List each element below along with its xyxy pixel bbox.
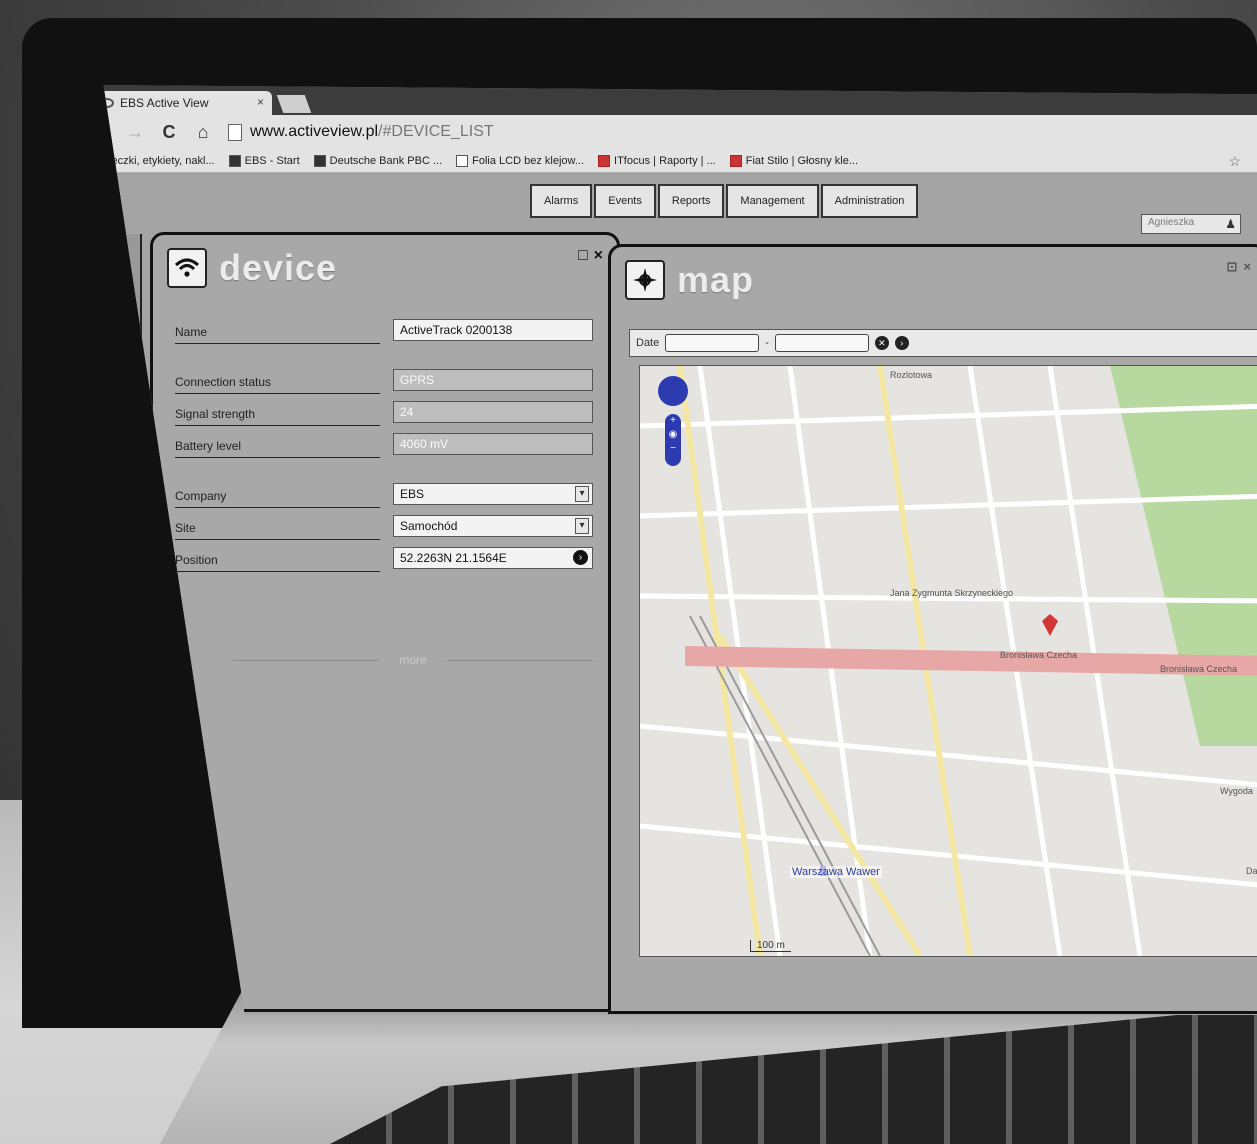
map-navigation-controls: + ◉ −: [658, 376, 692, 496]
date-to-input[interactable]: [774, 334, 869, 352]
page-icon: [228, 123, 242, 141]
address-bar[interactable]: www.activeview.pl/#DEVICE_LIST: [228, 123, 494, 141]
close-icon[interactable]: ×: [594, 247, 603, 265]
company-label: Company: [175, 489, 380, 508]
main-menu: Alarms Events Reports Management Adminis…: [530, 184, 919, 218]
url-hash: /#DEVICE_LIST: [378, 123, 494, 140]
map-panel-header: map: [625, 259, 754, 301]
menu-reports[interactable]: Reports: [657, 184, 725, 218]
device-panel-header: device: [167, 247, 337, 289]
star-icon[interactable]: ☆: [1228, 153, 1241, 170]
signal-strength-field: 24: [393, 401, 593, 423]
laptop-screen: EBS Active View × ← → C ⌂ www.activeview…: [103, 85, 1257, 1015]
bookmark-item[interactable]: Folia LCD bez klejow...: [456, 154, 584, 167]
form-row-site: Site Samochód: [175, 515, 615, 547]
pan-control-icon[interactable]: [658, 376, 688, 406]
form-row-connection: Connection status GPRS: [175, 369, 615, 401]
tab-title: EBS Active View: [120, 96, 209, 110]
clear-date-button[interactable]: ✕: [874, 336, 889, 350]
date-filter-bar: Date - ✕ ›: [629, 329, 1257, 357]
battery-level-field: 4060 mV: [393, 433, 593, 455]
map-view[interactable]: + ◉ − Jana Zygmunta Skrzyneckiego Bronisła…: [639, 365, 1257, 957]
maximize-icon[interactable]: □: [578, 247, 588, 265]
position-label: Position: [175, 553, 380, 572]
connection-status-label: Connection status: [175, 375, 380, 394]
station-label: Warszawa Wawer: [790, 866, 882, 878]
form-row-signal: Signal strength 24: [175, 401, 615, 433]
street-label: Data: [1246, 866, 1257, 876]
form-row-name: Name ActiveTrack 0200138: [175, 319, 615, 351]
itfocus-icon: [598, 154, 611, 167]
browser-nav-bar: ← → C ⌂ www.activeview.pl/#DEVICE_LIST: [103, 115, 1257, 149]
compass-icon: [625, 260, 665, 300]
street-label: Rozlotowa: [890, 370, 933, 380]
form-row-position: Position 52.2263N 21.1564E ›: [175, 547, 615, 579]
reload-button[interactable]: C: [156, 122, 182, 143]
new-tab-button[interactable]: [276, 95, 312, 113]
map-panel-title: map: [677, 259, 755, 300]
date-separator: -: [765, 337, 769, 349]
map-scale: 100 m: [750, 940, 791, 952]
menu-management[interactable]: Management: [726, 184, 819, 218]
close-icon[interactable]: ×: [1243, 259, 1251, 275]
site-select[interactable]: Samochód: [393, 515, 593, 537]
forward-button[interactable]: →: [122, 122, 148, 143]
name-field[interactable]: ActiveTrack 0200138: [393, 319, 593, 341]
page-icon: [456, 154, 469, 167]
form-row-company: Company EBS: [175, 483, 615, 515]
company-select[interactable]: EBS: [393, 483, 593, 505]
bookmark-item[interactable]: EBS - Start: [228, 154, 300, 167]
bookmark-item[interactable]: Deutsche Bank PBC ...: [313, 154, 442, 167]
date-label: Date: [636, 337, 660, 349]
bank-icon: [313, 154, 326, 167]
more-divider: more: [233, 653, 593, 667]
bookmark-item[interactable]: ITfocus | Raporty | ...: [598, 154, 716, 167]
position-value: 52.2263N 21.1564E: [400, 551, 507, 565]
map-canvas: [640, 366, 1257, 956]
go-arrow-icon[interactable]: ›: [573, 550, 588, 565]
device-panel-title: device: [219, 247, 338, 288]
name-label: Name: [175, 325, 380, 344]
menu-alarms[interactable]: Alarms: [530, 184, 593, 218]
street-label: Bronisława Czecha: [1160, 664, 1238, 674]
url-base: www.activeview.pl: [250, 123, 379, 140]
connection-status-field: GPRS: [393, 369, 593, 391]
user-icon: ♟: [1225, 217, 1236, 231]
zoom-control[interactable]: + ◉ −: [665, 414, 681, 466]
bookmarks-bar: Teczki, etykiety, nakl... EBS - Start De…: [103, 149, 1257, 173]
street-label: Wygoda: [1220, 786, 1253, 796]
map-panel-controls: ⊡ ×: [1227, 259, 1252, 275]
site-label: Site: [175, 521, 380, 540]
user-field[interactable]: Agnieszka ♟: [1141, 214, 1241, 234]
signal-strength-label: Signal strength: [175, 407, 380, 426]
battery-level-label: Battery level: [175, 439, 380, 458]
home-button[interactable]: ⌂: [190, 122, 216, 143]
tab-close-button[interactable]: ×: [257, 95, 264, 109]
menu-administration[interactable]: Administration: [820, 184, 919, 218]
device-panel-controls: □ ×: [578, 247, 603, 265]
street-label: Jana Zygmunta Skrzyneckiego: [890, 588, 1014, 598]
more-link[interactable]: more: [399, 653, 426, 667]
bookmark-item[interactable]: Fiat Stilo | Głosny kle...: [729, 154, 858, 167]
divider-line: [233, 659, 380, 661]
menu-events[interactable]: Events: [594, 184, 656, 218]
form-row-battery: Battery level 4060 mV: [175, 433, 615, 465]
street-label: Bronisława Czecha: [1000, 650, 1078, 660]
map-panel: map ⊡ × Date - ✕ › + ◉ − Jana Zygmunta S…: [608, 244, 1257, 1014]
ebs-icon: [228, 154, 241, 167]
mail-icon: [729, 154, 742, 167]
maximize-icon[interactable]: ⊡: [1227, 259, 1238, 275]
apply-date-button[interactable]: ›: [894, 336, 909, 350]
user-name: Agnieszka: [1148, 217, 1195, 228]
app-area: Alarms Events Reports Management Adminis…: [103, 174, 1257, 1015]
date-from-input[interactable]: [665, 334, 760, 352]
position-field[interactable]: 52.2263N 21.1564E ›: [393, 547, 593, 569]
browser-tab[interactable]: EBS Active View ×: [103, 91, 272, 115]
wifi-icon: [167, 248, 207, 288]
divider-line: [446, 659, 593, 661]
